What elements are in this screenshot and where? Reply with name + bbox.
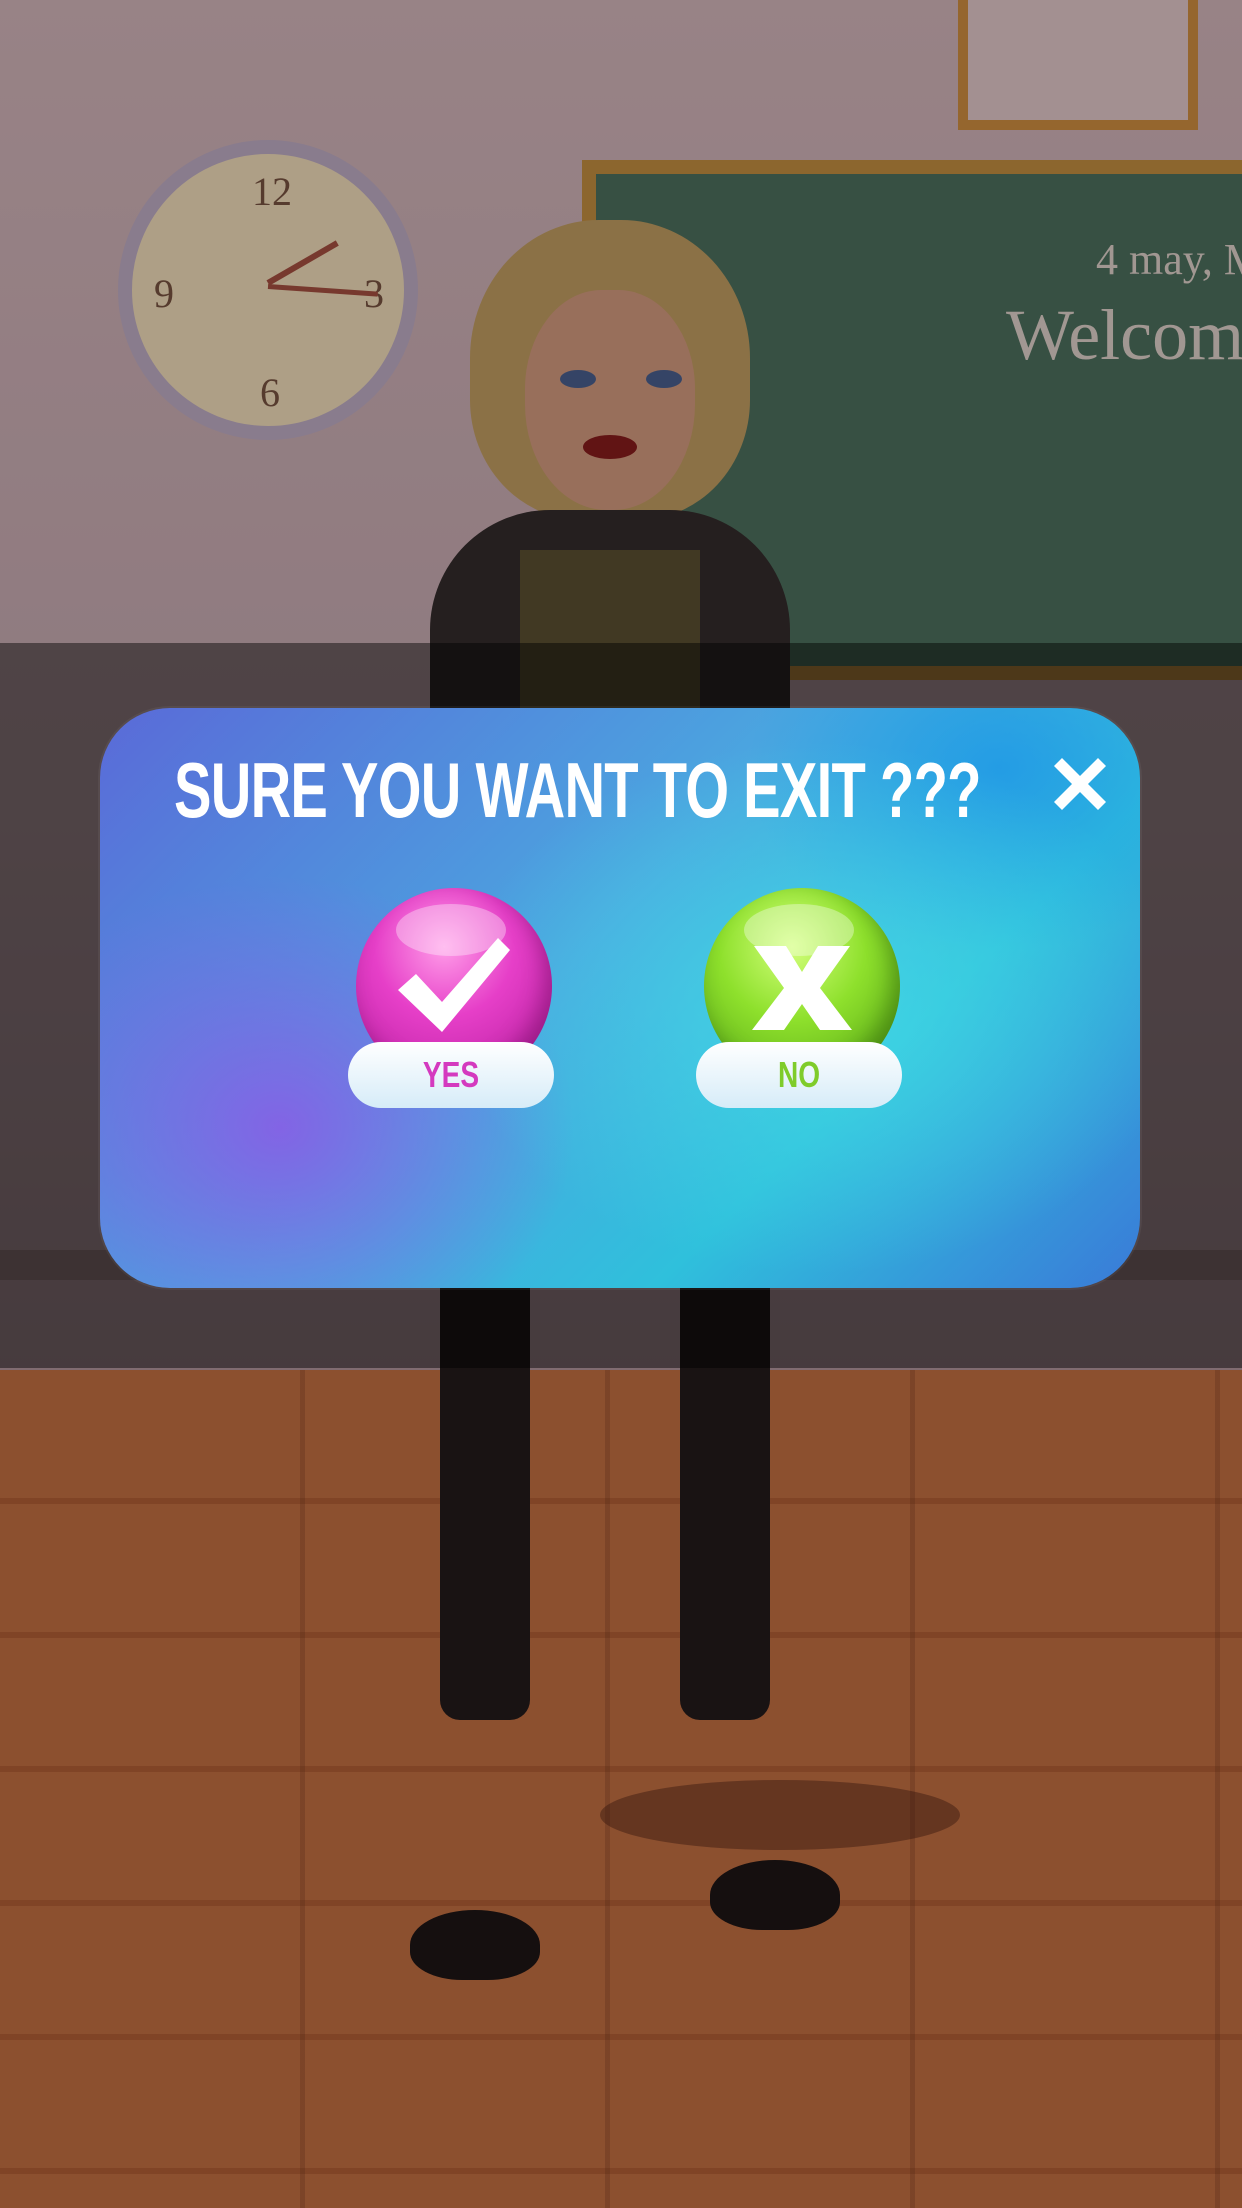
yes-label-pill[interactable]: YES	[348, 1042, 554, 1108]
dialog-title: SURE YOU WANT TO EXIT ???	[174, 746, 981, 834]
yes-label: YES	[422, 1054, 480, 1095]
exit-confirm-dialog: SURE YOU WANT TO EXIT ??? YES NO	[100, 708, 1140, 1288]
no-label-pill[interactable]: NO	[696, 1042, 902, 1108]
checkmark-icon	[398, 938, 510, 1032]
no-label: NO	[777, 1054, 821, 1095]
close-icon	[1054, 758, 1106, 810]
yes-button[interactable]: YES	[348, 888, 558, 1118]
close-button[interactable]	[1040, 744, 1120, 824]
no-button[interactable]: NO	[696, 888, 906, 1118]
x-mark-icon	[752, 946, 852, 1030]
